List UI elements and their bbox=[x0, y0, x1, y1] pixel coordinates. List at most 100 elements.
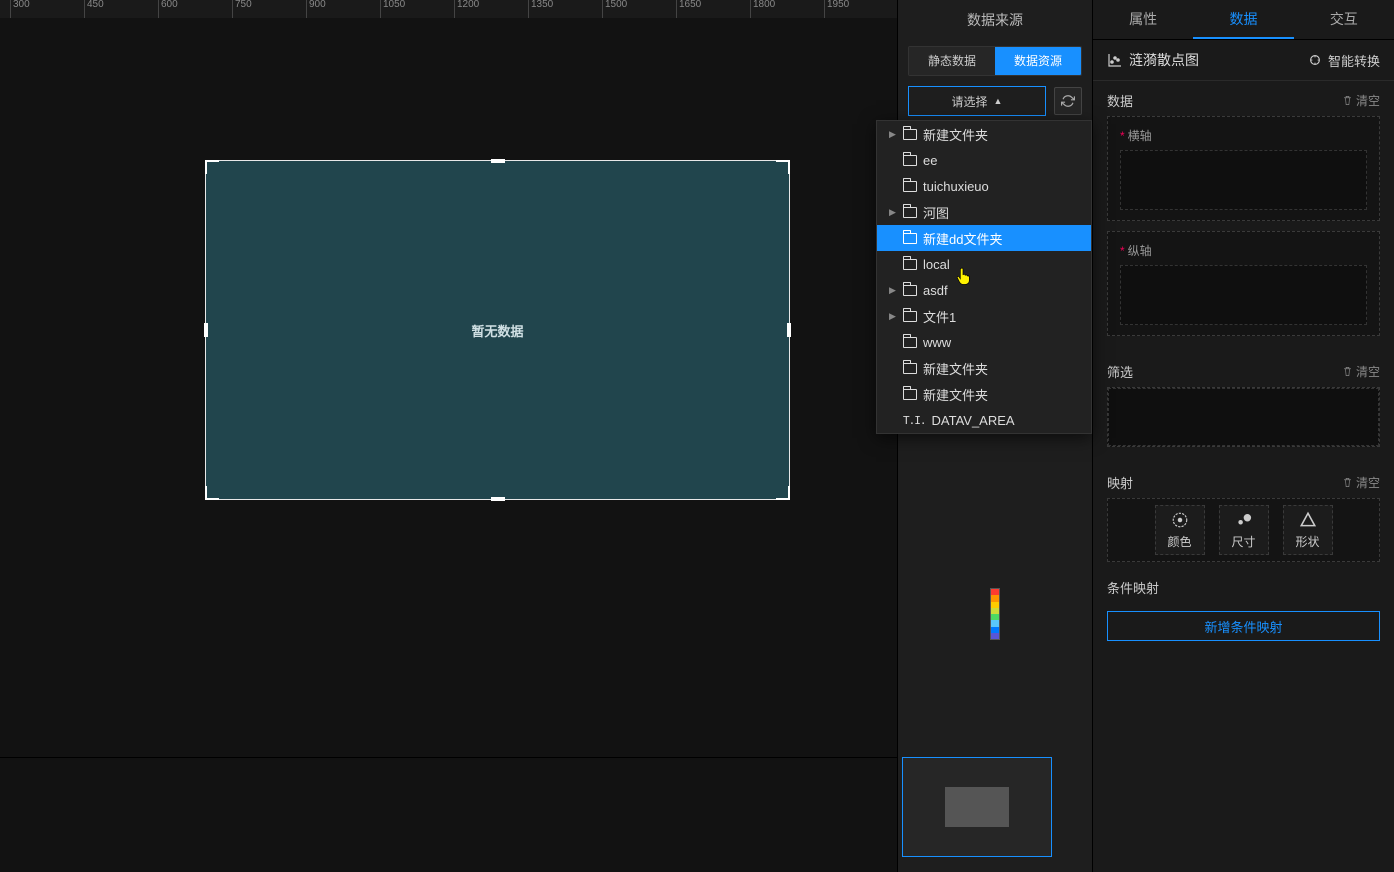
tree-item[interactable]: ▶www bbox=[877, 329, 1091, 355]
folder-icon bbox=[903, 233, 917, 244]
refresh-icon bbox=[1061, 94, 1075, 108]
folder-icon bbox=[903, 311, 917, 322]
datasource-tree-dropdown: ▶新建文件夹▶ee▶tuichuxieuo▶河图▶新建dd文件夹▶local▶a… bbox=[876, 120, 1092, 434]
ruler-horizontal: 3004506007509001050120013501500165018001… bbox=[0, 0, 897, 18]
resize-handle-right[interactable] bbox=[787, 323, 791, 337]
tab-interaction[interactable]: 交互 bbox=[1294, 0, 1394, 39]
resize-handle-left[interactable] bbox=[204, 323, 208, 337]
tree-item-label: tuichuxieuo bbox=[923, 179, 989, 194]
data-source-panel: 数据来源 静态数据 数据资源 请选择 ▲ ▶新建文件夹▶ee▶tuichuxie… bbox=[897, 0, 1092, 872]
folder-icon bbox=[903, 389, 917, 400]
folder-icon bbox=[903, 363, 917, 374]
tab-static-data[interactable]: 静态数据 bbox=[909, 47, 995, 75]
ruler-tick: 450 bbox=[84, 0, 104, 18]
section-title-data: 数据 bbox=[1107, 91, 1133, 110]
chart-type-label: 涟漪散点图 bbox=[1129, 50, 1199, 70]
tree-item-label: ee bbox=[923, 153, 937, 168]
smart-convert-label: 智能转换 bbox=[1328, 51, 1380, 70]
tree-item[interactable]: ▶新建文件夹 bbox=[877, 121, 1091, 147]
chevron-up-icon: ▲ bbox=[994, 96, 1003, 106]
ruler-tick: 600 bbox=[158, 0, 178, 18]
size-icon bbox=[1235, 511, 1253, 529]
tree-item[interactable]: ▶新建dd文件夹 bbox=[877, 225, 1091, 251]
canvas-area[interactable]: 3004506007509001050120013501500165018001… bbox=[0, 0, 897, 872]
resize-handle-tr[interactable] bbox=[776, 160, 790, 174]
ruler-tick: 900 bbox=[306, 0, 326, 18]
filter-dropzone[interactable] bbox=[1108, 388, 1379, 446]
data-source-tabs: 静态数据 数据资源 bbox=[908, 46, 1082, 76]
no-data-label: 暂无数据 bbox=[471, 321, 523, 340]
resize-handle-bottom[interactable] bbox=[491, 497, 505, 501]
page-thumbnail[interactable] bbox=[902, 757, 1052, 857]
trash-icon bbox=[1342, 366, 1353, 377]
folder-icon bbox=[903, 155, 917, 166]
tree-item[interactable]: ▶新建文件夹 bbox=[877, 355, 1091, 381]
tree-item-label: 新建dd文件夹 bbox=[923, 229, 1002, 248]
thumbnail-preview bbox=[945, 787, 1009, 827]
tab-data-resource[interactable]: 数据资源 bbox=[995, 47, 1081, 75]
ruler-tick: 1650 bbox=[676, 0, 701, 18]
resize-handle-tl[interactable] bbox=[205, 160, 219, 174]
section-title-filter: 筛选 bbox=[1107, 362, 1133, 381]
data-source-title: 数据来源 bbox=[898, 0, 1092, 40]
tree-item-label: 文件1 bbox=[923, 307, 956, 326]
mapping-color-button[interactable]: 颜色 bbox=[1155, 505, 1205, 555]
color-gauge bbox=[990, 588, 1000, 640]
tree-item-label: 新建文件夹 bbox=[923, 359, 988, 378]
resize-handle-bl[interactable] bbox=[205, 486, 219, 500]
folder-icon bbox=[903, 181, 917, 192]
chart-canvas[interactable]: 暂无数据 bbox=[205, 160, 790, 500]
mapping-shape-button[interactable]: 形状 bbox=[1283, 505, 1333, 555]
chevron-right-icon: ▶ bbox=[889, 129, 897, 140]
refresh-button[interactable] bbox=[1054, 87, 1082, 115]
datasource-select[interactable]: 请选择 ▲ bbox=[908, 86, 1046, 116]
clear-mapping-button[interactable]: 清空 bbox=[1342, 474, 1380, 491]
resize-handle-br[interactable] bbox=[776, 486, 790, 500]
properties-tabs: 属性 数据 交互 bbox=[1093, 0, 1394, 40]
ruler-tick: 1050 bbox=[380, 0, 405, 18]
magic-wand-icon bbox=[1308, 53, 1322, 67]
scatter-chart-icon bbox=[1107, 52, 1123, 68]
y-axis-dropzone[interactable] bbox=[1120, 265, 1367, 325]
resize-handle-top[interactable] bbox=[491, 159, 505, 163]
tree-item[interactable]: ▶ee bbox=[877, 147, 1091, 173]
ruler-tick: 1800 bbox=[750, 0, 775, 18]
tree-item[interactable]: ▶asdf bbox=[877, 277, 1091, 303]
chevron-right-icon: ▶ bbox=[889, 311, 897, 322]
ruler-tick: 750 bbox=[232, 0, 252, 18]
tree-item-label: local bbox=[923, 257, 950, 272]
ruler-tick: 1200 bbox=[454, 0, 479, 18]
folder-icon bbox=[903, 259, 917, 270]
folder-icon bbox=[903, 129, 917, 140]
ruler-tick: 1950 bbox=[824, 0, 849, 18]
mapping-size-button[interactable]: 尺寸 bbox=[1219, 505, 1269, 555]
section-title-mapping: 映射 bbox=[1107, 473, 1133, 492]
tree-item-label: DATAV_AREA bbox=[932, 413, 1015, 428]
tree-item-label: 河图 bbox=[923, 203, 949, 222]
shape-icon bbox=[1299, 511, 1317, 529]
palette-icon bbox=[1171, 511, 1189, 529]
tree-item[interactable]: ▶新建文件夹 bbox=[877, 381, 1091, 407]
x-axis-dropzone[interactable] bbox=[1120, 150, 1367, 210]
folder-icon bbox=[903, 337, 917, 348]
section-title-condition: 条件映射 bbox=[1107, 578, 1159, 597]
folder-icon bbox=[903, 285, 917, 296]
tab-data[interactable]: 数据 bbox=[1193, 0, 1293, 39]
smart-convert-button[interactable]: 智能转换 bbox=[1308, 51, 1380, 70]
trash-icon bbox=[1342, 477, 1353, 488]
tree-item[interactable]: ▶T.I.DATAV_AREA bbox=[877, 407, 1091, 433]
tab-attributes[interactable]: 属性 bbox=[1093, 0, 1193, 39]
chevron-right-icon: ▶ bbox=[889, 285, 897, 296]
tree-item[interactable]: ▶河图 bbox=[877, 199, 1091, 225]
clear-data-button[interactable]: 清空 bbox=[1342, 92, 1380, 109]
clear-filter-button[interactable]: 清空 bbox=[1342, 363, 1380, 380]
y-axis-label: 纵轴 bbox=[1128, 244, 1152, 258]
tree-item[interactable]: ▶local bbox=[877, 251, 1091, 277]
x-axis-label: 横轴 bbox=[1128, 129, 1152, 143]
ruler-tick: 1500 bbox=[602, 0, 627, 18]
tree-item[interactable]: ▶ 文件1 bbox=[877, 303, 1091, 329]
tree-item[interactable]: ▶tuichuxieuo bbox=[877, 173, 1091, 199]
add-condition-button[interactable]: 新增条件映射 bbox=[1107, 611, 1380, 641]
tree-item-label: www bbox=[923, 335, 951, 350]
properties-panel: 属性 数据 交互 涟漪散点图 智能转换 数据 清空 bbox=[1092, 0, 1394, 872]
